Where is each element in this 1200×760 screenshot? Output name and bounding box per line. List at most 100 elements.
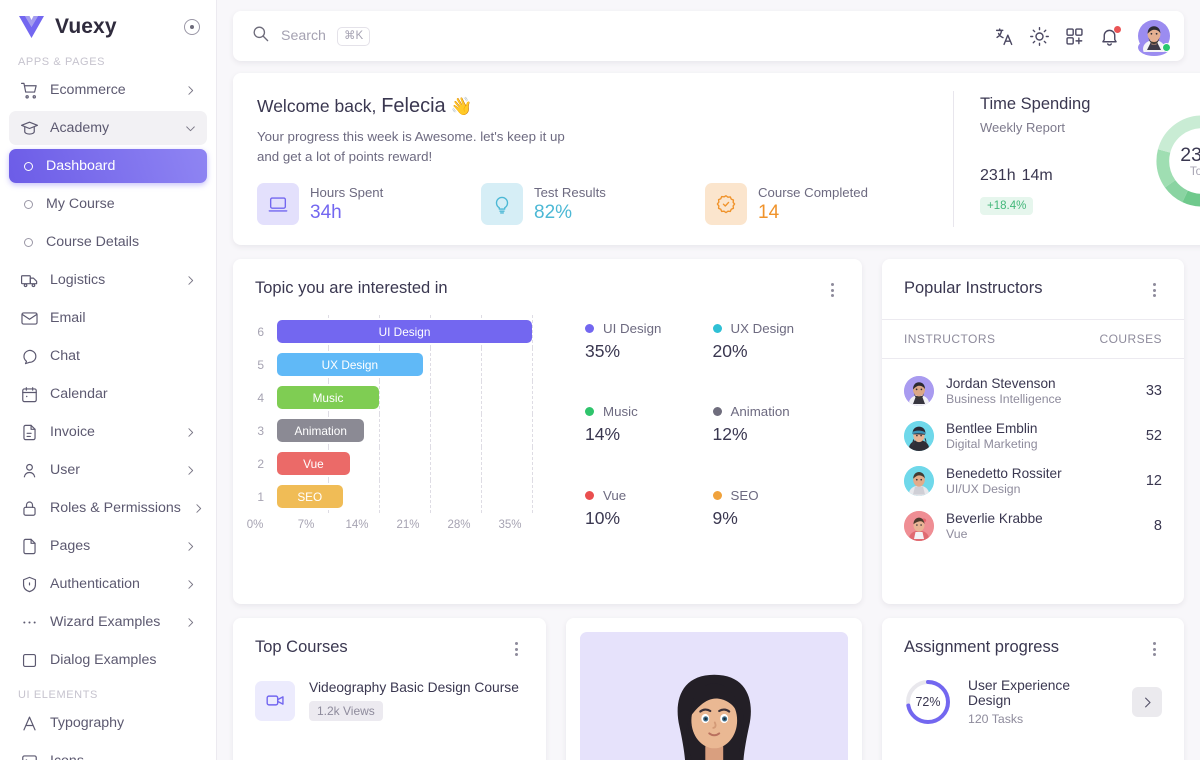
assignment-more-options-icon[interactable] bbox=[1147, 638, 1162, 660]
legend-value: 20% bbox=[713, 341, 841, 362]
sidebar-item-course-details[interactable]: Course Details bbox=[9, 225, 207, 259]
bar: UX Design bbox=[277, 353, 423, 376]
time-spending-card: Time Spending Weekly Report 231h 14m +18… bbox=[954, 73, 1200, 245]
bar-x-tick: 14% bbox=[345, 519, 368, 531]
legend-item-vue: Vue 10% bbox=[585, 488, 713, 535]
table-row[interactable]: Jordan Stevenson Business Intelligence 3… bbox=[904, 369, 1162, 414]
sidebar-scroll[interactable]: APPS & PAGES Ecommerce Academy Dashboar bbox=[0, 48, 216, 760]
stat-test-results: Test Results 82% bbox=[481, 183, 705, 225]
vuexy-logo-icon bbox=[18, 15, 45, 39]
chevron-right-icon bbox=[184, 578, 197, 591]
media-card bbox=[566, 618, 863, 760]
sidebar-item-user[interactable]: User bbox=[9, 453, 207, 487]
donut-center: 231h Total bbox=[1152, 95, 1200, 227]
shortcuts-grid-icon[interactable] bbox=[1064, 26, 1085, 47]
chevron-right-icon[interactable] bbox=[1132, 687, 1162, 717]
sidebar-item-email[interactable]: Email bbox=[9, 301, 207, 335]
avatar bbox=[904, 511, 934, 541]
welcome-stats: Hours Spent 34h Test Results 82% bbox=[257, 183, 929, 225]
instructors-more-options-icon[interactable] bbox=[1147, 279, 1162, 301]
bar-y-tick: 6 bbox=[255, 325, 277, 339]
bar-x-tick: 35% bbox=[498, 519, 521, 531]
circle-dot-icon bbox=[24, 200, 33, 209]
course-text: Videography Basic Design Course 1.2k Vie… bbox=[309, 680, 519, 721]
sidebar-pin-toggle[interactable] bbox=[184, 19, 200, 35]
stat-label: Course Completed bbox=[758, 185, 868, 200]
welcome-card: Welcome back, Felecia 👋 Your progress th… bbox=[233, 73, 1200, 245]
sidebar-item-dialog-examples[interactable]: Dialog Examples bbox=[9, 643, 207, 677]
donut-center-value: 231h bbox=[1180, 144, 1200, 167]
avatar[interactable] bbox=[1138, 20, 1170, 52]
legend-label: UX Design bbox=[731, 321, 795, 336]
bar-track: UI Design bbox=[277, 315, 545, 348]
bar-row: 2Vue bbox=[255, 447, 545, 480]
popular-instructors-card: Popular Instructors INSTRUCTORS COURSES … bbox=[882, 259, 1184, 604]
stat-value: 14 bbox=[758, 202, 868, 224]
instructor-text: Bentlee Emblin Digital Marketing bbox=[946, 421, 1038, 451]
sidebar-item-academy[interactable]: Academy bbox=[9, 111, 207, 145]
sidebar-item-typography[interactable]: Typography bbox=[9, 706, 207, 740]
chart-gridline bbox=[481, 414, 482, 447]
sidebar-item-invoice[interactable]: Invoice bbox=[9, 415, 207, 449]
sidebar-item-pages[interactable]: Pages bbox=[9, 529, 207, 563]
graduation-cap-icon bbox=[20, 119, 39, 138]
instructors-title: Popular Instructors bbox=[904, 279, 1042, 298]
donut-center-label: Total bbox=[1190, 166, 1200, 178]
column-instructors: INSTRUCTORS bbox=[904, 332, 995, 346]
table-row[interactable]: Bentlee Emblin Digital Marketing 52 bbox=[904, 414, 1162, 459]
top-courses-more-options-icon[interactable] bbox=[509, 638, 524, 660]
sidebar-item-chat[interactable]: Chat bbox=[9, 339, 207, 373]
instructors-table-header: INSTRUCTORS COURSES bbox=[882, 319, 1184, 359]
sidebar-item-ecommerce[interactable]: Ecommerce bbox=[9, 73, 207, 107]
chevron-right-icon bbox=[184, 426, 197, 439]
calendar-icon bbox=[20, 385, 39, 404]
chart-gridline bbox=[481, 381, 482, 414]
sidebar-item-calendar[interactable]: Calendar bbox=[9, 377, 207, 411]
total-hours: 231h bbox=[980, 167, 1016, 184]
legend-item-ux-design: UX Design 20% bbox=[713, 321, 841, 368]
list-item[interactable]: Videography Basic Design Course 1.2k Vie… bbox=[255, 680, 524, 721]
sidebar-item-roles-permissions[interactable]: Roles & Permissions bbox=[9, 491, 207, 525]
table-row[interactable]: Beverlie Krabbe Vue 8 bbox=[904, 504, 1162, 549]
topic-card: Topic you are interested in 6UI Design5U… bbox=[233, 259, 862, 604]
legend-value: 12% bbox=[713, 424, 841, 445]
search-input[interactable]: Search ⌘K bbox=[251, 24, 994, 48]
sidebar-label: Course Details bbox=[46, 234, 139, 250]
table-row[interactable]: Benedetto Rossiter UI/UX Design 12 bbox=[904, 459, 1162, 504]
instructor-role: Business Intelligence bbox=[946, 392, 1062, 406]
bar-track: Music bbox=[277, 381, 545, 414]
sidebar-item-wizard-examples[interactable]: Wizard Examples bbox=[9, 605, 207, 639]
progress-ring: 72% bbox=[904, 678, 952, 726]
translate-icon[interactable] bbox=[994, 26, 1015, 47]
bell-icon[interactable] bbox=[1099, 26, 1120, 47]
sidebar-item-dashboard[interactable]: Dashboard bbox=[9, 149, 207, 183]
list-item[interactable]: 72% User Experience Design 120 Tasks bbox=[904, 678, 1162, 726]
bar-track: UX Design bbox=[277, 348, 545, 381]
chart-gridline bbox=[532, 480, 533, 513]
terminal-icon bbox=[20, 752, 39, 760]
course-views-badge: 1.2k Views bbox=[309, 701, 383, 721]
instructor-course-count: 52 bbox=[1146, 428, 1162, 444]
page-icon bbox=[20, 537, 39, 556]
avatar bbox=[904, 466, 934, 496]
instructor-role: UI/UX Design bbox=[946, 482, 1062, 496]
sidebar-item-authentication[interactable]: Authentication bbox=[9, 567, 207, 601]
overview-row: Welcome back, Felecia 👋 Your progress th… bbox=[233, 73, 1184, 245]
sidebar-item-my-course[interactable]: My Course bbox=[9, 187, 207, 221]
top-courses-card: Top Courses Videography Basic Design Cou… bbox=[233, 618, 546, 760]
topic-more-options-icon[interactable] bbox=[825, 279, 840, 301]
sidebar-item-icons[interactable]: Icons bbox=[9, 744, 207, 760]
sidebar-label: Invoice bbox=[50, 424, 95, 440]
sidebar-item-logistics[interactable]: Logistics bbox=[9, 263, 207, 297]
badge-check-icon bbox=[705, 183, 747, 225]
time-spending-donut: 231h Total bbox=[1152, 95, 1200, 227]
app-root: Vuexy APPS & PAGES Ecommerce Academy bbox=[0, 0, 1200, 760]
sidebar-label: User bbox=[50, 462, 80, 478]
ellipsis-icon bbox=[20, 613, 39, 632]
legend-label: SEO bbox=[731, 488, 759, 503]
progress-percent: 72% bbox=[904, 678, 952, 726]
sun-icon[interactable] bbox=[1029, 26, 1050, 47]
legend-item-seo: SEO 9% bbox=[713, 488, 841, 535]
instructor-role: Digital Marketing bbox=[946, 437, 1038, 451]
assignment-item-tasks: 120 Tasks bbox=[968, 712, 1116, 726]
